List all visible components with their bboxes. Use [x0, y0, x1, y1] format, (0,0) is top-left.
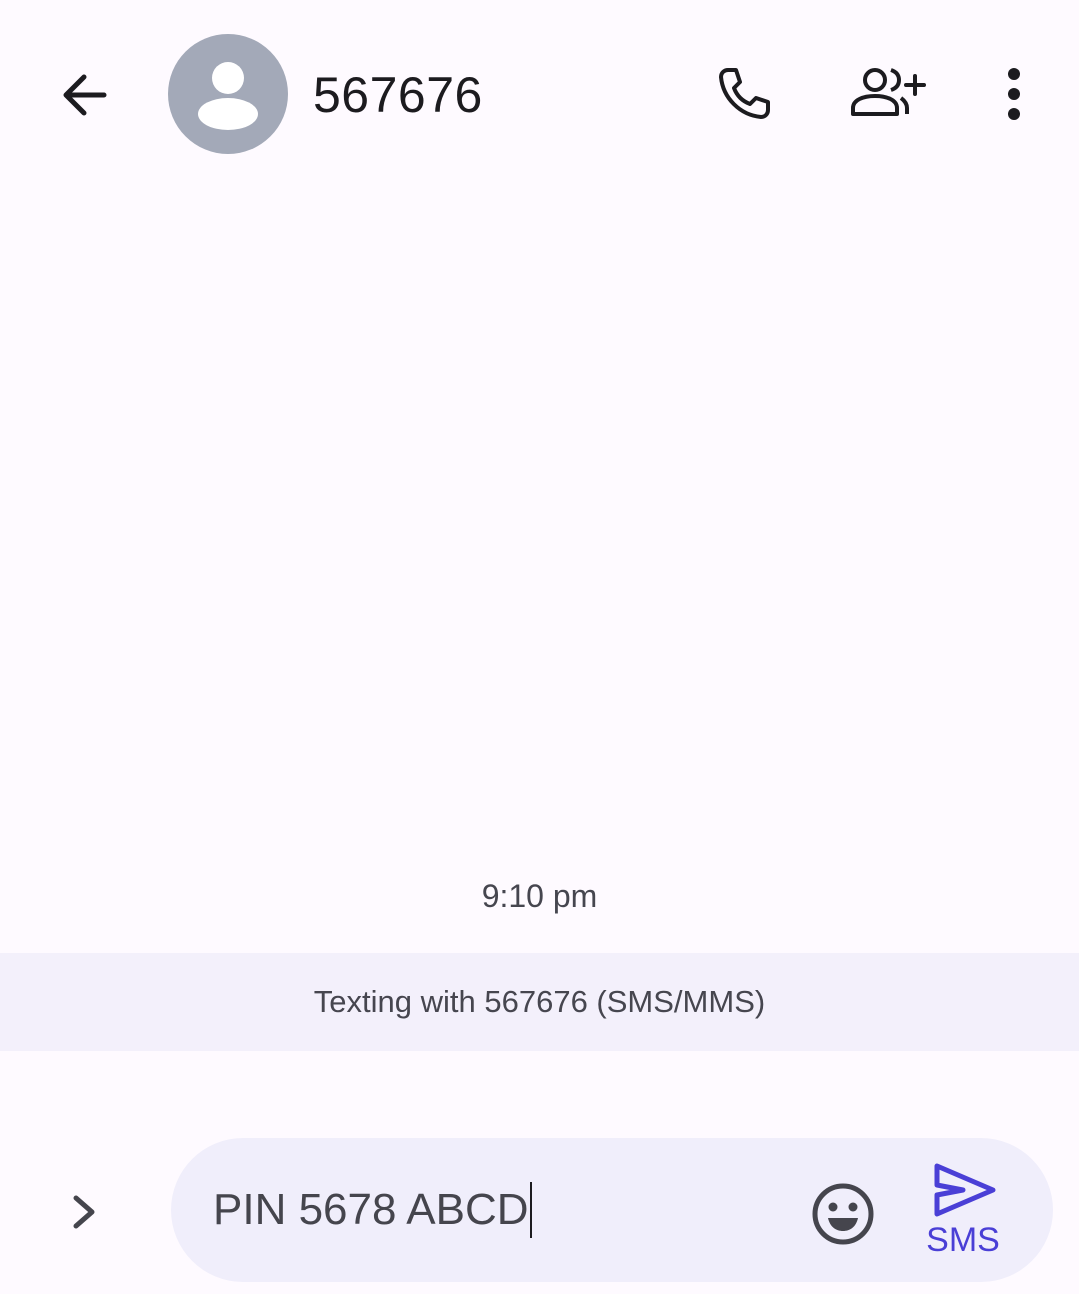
expand-attachments-button[interactable]	[44, 1172, 124, 1252]
message-timestamp: 9:10 pm	[481, 878, 598, 914]
contact-avatar[interactable]	[168, 34, 288, 154]
more-vert-icon	[1008, 68, 1020, 120]
call-button[interactable]	[704, 54, 784, 134]
send-icon	[934, 1163, 996, 1217]
add-person-icon	[851, 68, 926, 116]
person-avatar-icon	[198, 62, 258, 130]
message-input[interactable]: PIN 5678 ABCD	[213, 1178, 793, 1242]
send-button[interactable]: SMS	[913, 1158, 1013, 1262]
emoji-icon	[812, 1183, 874, 1245]
sms-info-text: Texting with 567676 (SMS/MMS)	[313, 984, 766, 1019]
sms-info-banner: Texting with 567676 (SMS/MMS)	[0, 953, 1079, 1051]
arrow-back-icon	[63, 74, 107, 116]
conversation-screen: 567676 9:10 pm Texting with 567676 (SMS/…	[0, 0, 1079, 1294]
back-button[interactable]	[44, 55, 124, 135]
text-caret	[529, 1182, 532, 1238]
chevron-right-icon	[73, 1195, 95, 1229]
message-input-text: PIN 5678 ABCD	[213, 1185, 529, 1234]
more-options-button[interactable]	[974, 54, 1054, 134]
compose-bar: PIN 5678 ABCD SMS	[171, 1138, 1053, 1282]
top-app-bar: 567676	[0, 0, 1079, 190]
emoji-button[interactable]	[803, 1174, 883, 1254]
contact-name: 567676	[313, 67, 483, 123]
add-contact-button[interactable]	[847, 54, 927, 134]
phone-icon	[719, 68, 770, 119]
send-type-label: SMS	[926, 1221, 1000, 1259]
